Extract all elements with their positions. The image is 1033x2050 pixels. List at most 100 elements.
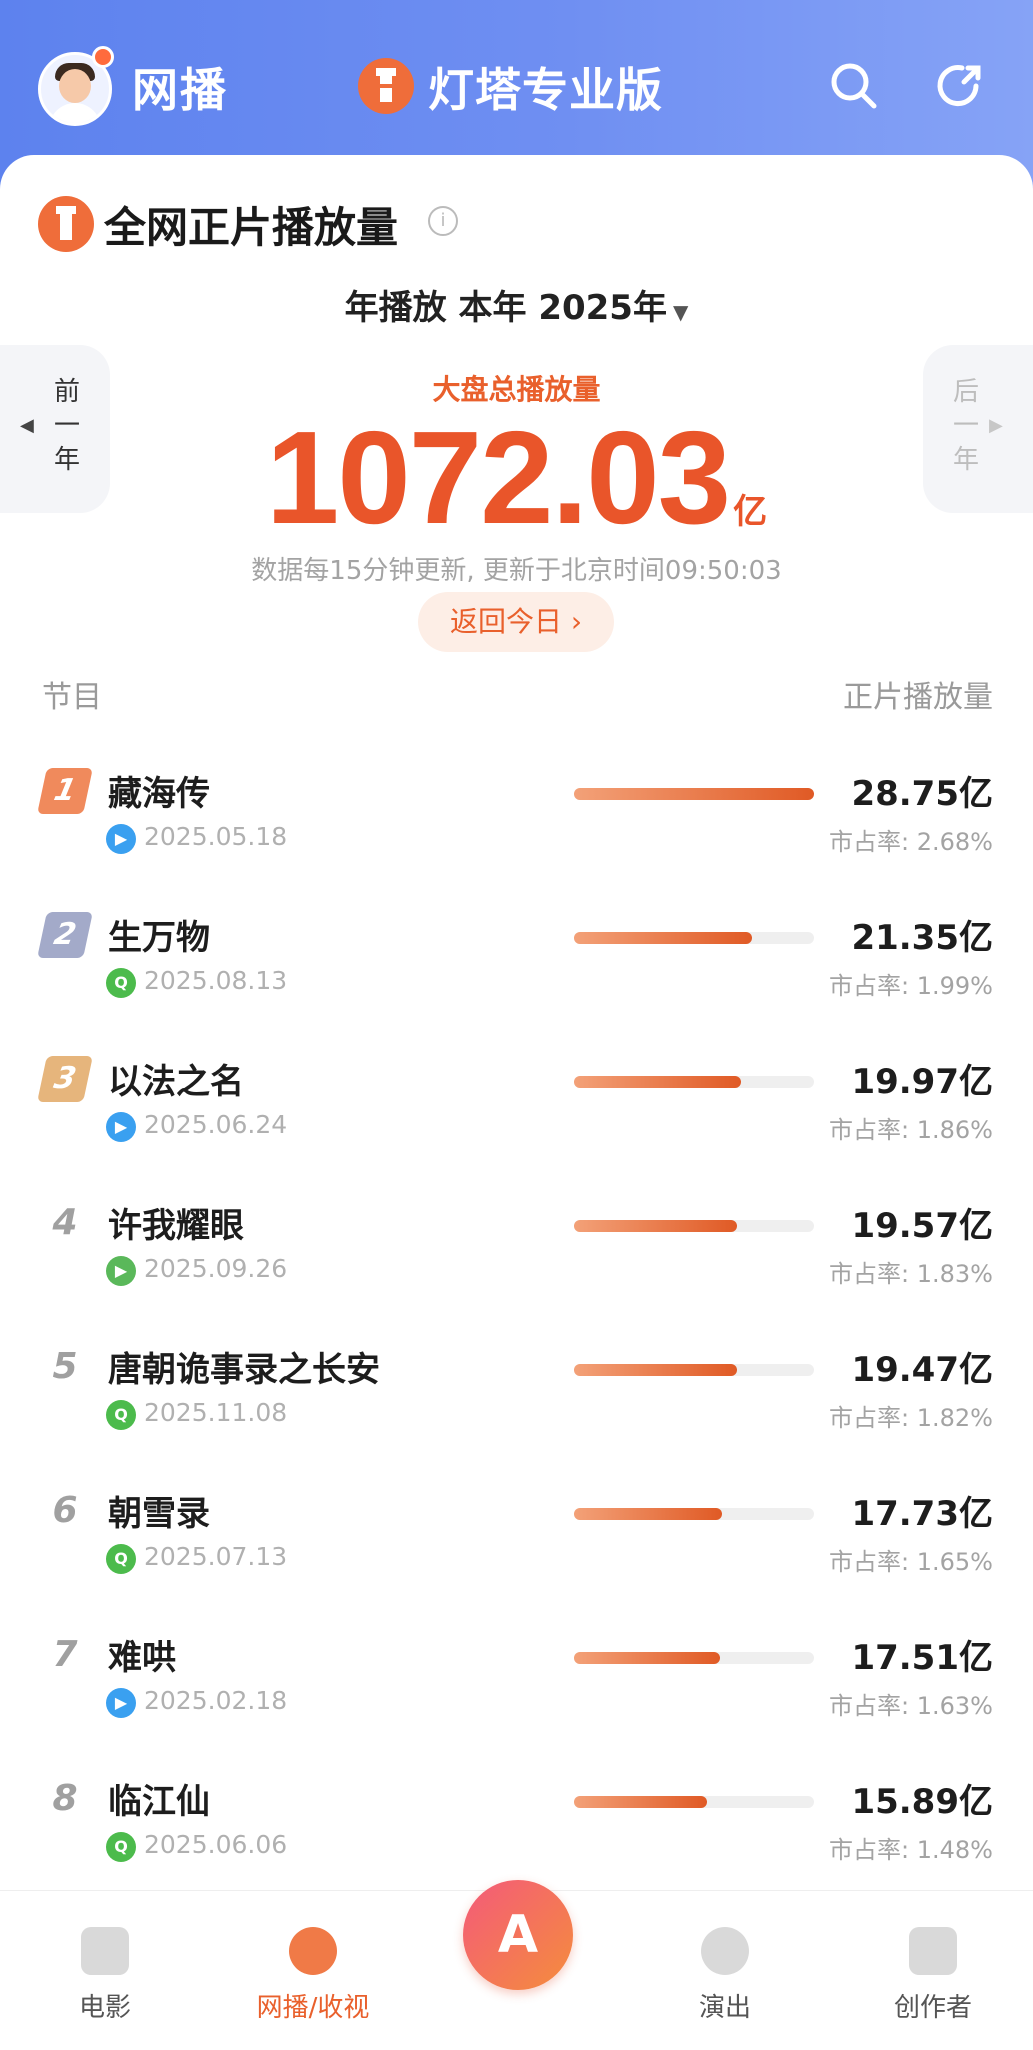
- youku-platform-icon: ▶: [106, 1112, 136, 1142]
- play-count: 19.97亿: [851, 1062, 993, 1102]
- rank-number: 8: [52, 1778, 78, 1819]
- play-bar-track: [574, 788, 814, 800]
- play-bar-track: [574, 1796, 814, 1808]
- update-note: 数据每15分钟更新, 更新于北京时间09:50:03: [251, 556, 782, 586]
- play-bar-fill: [574, 1508, 722, 1520]
- play-bar-track: [574, 1076, 814, 1088]
- ranking-row[interactable]: 1 藏海传 ▶ 2025.05.18 28.75亿市占率: 2.68%: [0, 760, 1033, 900]
- market-share: 市占率: 2.68%: [829, 828, 993, 856]
- market-share: 市占率: 1.63%: [829, 1692, 993, 1720]
- search-icon[interactable]: [826, 58, 882, 114]
- program-title[interactable]: 朝雪录: [108, 1486, 210, 1535]
- play-bar-fill: [574, 1796, 707, 1808]
- rank-number: 6: [52, 1490, 78, 1531]
- play-bar-track: [574, 1508, 814, 1520]
- section-title: 全网正片播放量: [104, 203, 399, 252]
- release-date: 2025.06.06: [144, 1830, 288, 1859]
- program-title[interactable]: 以法之名: [108, 1054, 244, 1103]
- market-share: 市占率: 1.65%: [829, 1548, 993, 1576]
- release-date: 2025.02.18: [144, 1686, 288, 1715]
- app-name[interactable]: 网播: [132, 54, 228, 120]
- brand-title: 灯塔专业版: [428, 63, 663, 117]
- period-label: 年播放 本年 2025年: [344, 288, 667, 328]
- program-title[interactable]: 藏海传: [108, 766, 210, 815]
- play-bar-track: [574, 1220, 814, 1232]
- release-date: 2025.08.13: [144, 966, 288, 995]
- ranking-row[interactable]: 4 许我耀眼 ▶ 2025.09.26 19.57亿 市占率: 1.83%: [0, 1192, 1033, 1332]
- lighthouse-section-icon: [38, 196, 94, 252]
- play-count: 19.57亿: [851, 1206, 993, 1246]
- program-title[interactable]: 生万物: [108, 910, 210, 959]
- program-title[interactable]: 难哄: [108, 1630, 176, 1679]
- rank-number: 2: [37, 912, 93, 958]
- tab-more[interactable]: 创作者: [858, 1927, 1008, 2024]
- play-count: 19.47亿: [851, 1350, 993, 1390]
- play-count: 21.35亿: [851, 918, 993, 958]
- play-count: 17.73亿: [851, 1494, 993, 1534]
- tencent-platform-icon: ▶: [106, 1256, 136, 1286]
- release-date: 2025.07.13: [144, 1542, 288, 1571]
- ranking-row[interactable]: 3 以法之名 ▶ 2025.06.24 19.97亿 市占率: 1.86%: [0, 1048, 1033, 1188]
- notification-dot: [92, 46, 114, 68]
- iqiyi-platform-icon: Q: [106, 1400, 136, 1430]
- lighthouse-logo-icon: [358, 58, 414, 114]
- rank-number: 4: [52, 1202, 78, 1243]
- play-bar-track: [574, 1364, 814, 1376]
- play-bar-fill: [574, 1652, 721, 1664]
- tab-show-label: 演出: [698, 1993, 751, 2023]
- play-bar-track: [574, 1652, 814, 1664]
- iqiyi-platform-icon: Q: [106, 968, 136, 998]
- total-value: 1072.03: [265, 404, 731, 551]
- program-title[interactable]: 许我耀眼: [108, 1198, 244, 1247]
- play-count: 28.75亿: [851, 774, 993, 814]
- release-date: 2025.05.18: [144, 822, 288, 851]
- ranking-row[interactable]: 2 生万物 Q 2025.08.13 21.35亿市占率: 1.99%: [0, 904, 1033, 1044]
- program-title[interactable]: 唐朝诡事录之长安: [108, 1342, 380, 1391]
- play-count: 15.89亿: [851, 1782, 993, 1822]
- play-count: 17.51亿: [851, 1638, 993, 1678]
- ai-assistant-button[interactable]: A: [463, 1880, 573, 1990]
- play-icon: [289, 1927, 337, 1975]
- iqiyi-platform-icon: Q: [106, 1544, 136, 1574]
- avatar-face: [59, 69, 91, 103]
- youku-platform-icon: ▶: [106, 1688, 136, 1718]
- tab-stream[interactable]: 网播/收视: [238, 1927, 388, 2024]
- avatar-body: [49, 103, 101, 123]
- ranking-row[interactable]: 7 难哄 ▶ 2025.02.18 17.51亿市占率: 1.63%: [0, 1624, 1033, 1764]
- market-share: 市占率: 1.82%: [829, 1404, 993, 1432]
- rank-number: 5: [52, 1346, 78, 1387]
- tab-show[interactable]: 演出: [650, 1927, 800, 2024]
- ranking-row[interactable]: 5 唐朝诡事录之长安 Q 2025.11.08 19.47亿市占率: 1.82%: [0, 1336, 1033, 1476]
- period-selector[interactable]: 年播放 本年 2025年 ▼: [0, 280, 1033, 329]
- back-to-today-button[interactable]: 返回今日 ›: [418, 592, 614, 652]
- youku-platform-icon: ▶: [106, 824, 136, 854]
- document-icon: [909, 1927, 957, 1975]
- play-bar-fill: [574, 1220, 738, 1232]
- info-icon[interactable]: i: [428, 206, 458, 236]
- rank-number: 1: [37, 768, 93, 814]
- market-share: 市占率: 1.83%: [829, 1260, 993, 1288]
- movie-icon: [81, 1927, 129, 1975]
- market-share: 市占率: 1.99%: [829, 972, 993, 1000]
- total-unit: 亿: [733, 492, 768, 532]
- program-title[interactable]: 临江仙: [108, 1774, 210, 1823]
- tab-movie[interactable]: 电影: [30, 1927, 180, 2024]
- microphone-icon: [701, 1927, 749, 1975]
- release-date: 2025.11.08: [144, 1398, 288, 1427]
- ranking-row[interactable]: 6 朝雪录 Q 2025.07.13 17.73亿市占率: 1.65%: [0, 1480, 1033, 1620]
- play-bar-fill: [574, 932, 753, 944]
- play-bar-fill: [574, 1076, 741, 1088]
- column-header-plays[interactable]: 正片播放量: [843, 672, 993, 716]
- market-share: 市占率: 1.86%: [829, 1116, 993, 1144]
- rank-number: 7: [52, 1634, 78, 1675]
- play-bar-fill: [574, 1364, 737, 1376]
- total-value-group: 1072.03 亿: [0, 402, 1033, 553]
- tab-stream-label: 网播/收视: [256, 1993, 370, 2023]
- column-header-program: 节目: [42, 680, 102, 715]
- market-share: 市占率: 1.48%: [829, 1836, 993, 1864]
- share-icon[interactable]: [932, 58, 988, 114]
- play-bar-fill: [574, 788, 814, 800]
- tab-movie-label: 电影: [78, 1993, 131, 2023]
- iqiyi-platform-icon: Q: [106, 1832, 136, 1862]
- caret-down-icon: ▼: [672, 300, 689, 324]
